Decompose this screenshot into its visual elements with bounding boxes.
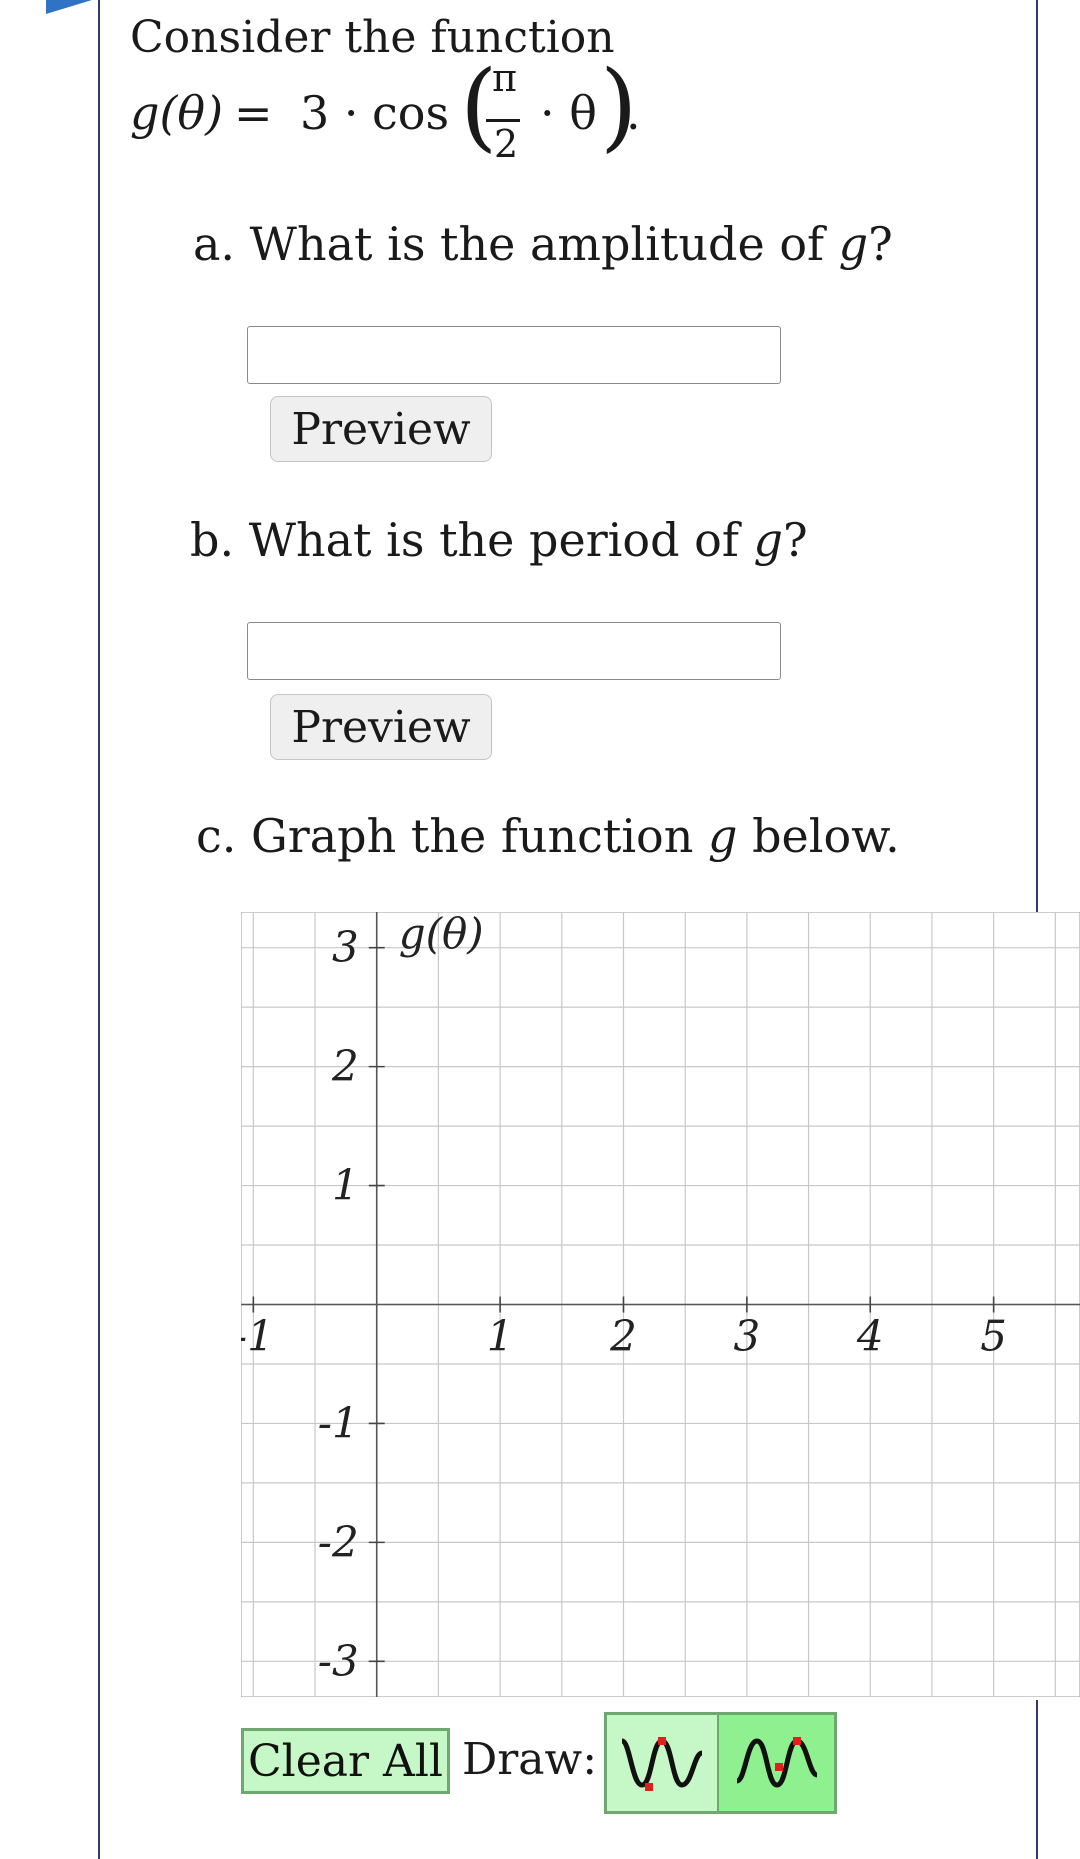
question-c-end: below. (737, 809, 900, 863)
sine-wave-point-tool[interactable] (719, 1715, 834, 1811)
preview-period-button[interactable]: Preview (270, 694, 492, 760)
x-tick-label: 2 (609, 1312, 637, 1361)
y-tick-label: -3 (318, 1636, 359, 1685)
question-a-end: ? (868, 217, 893, 271)
sine-wave-tool[interactable] (607, 1715, 719, 1811)
question-b-text: b. What is the period of (190, 513, 754, 567)
period-answer-input[interactable] (247, 622, 781, 680)
formula-func: cos (372, 86, 450, 140)
graph-canvas[interactable]: -1 1 2 3 4 5 3 2 1 -1 -2 -3 g(θ) (233, 909, 1080, 1698)
content-frame-right-border (1036, 0, 1038, 912)
preview-amplitude-button[interactable]: Preview (270, 396, 492, 462)
problem-intro: Consider the function (130, 12, 615, 63)
draw-tool-group (604, 1712, 837, 1814)
corner-flag-icon (46, 0, 92, 14)
formula-numerator: π (492, 56, 517, 100)
y-tick-label: 2 (331, 1042, 359, 1091)
function-formula: g(θ) = 3 · cos ( π 2 · θ ) . (130, 56, 830, 182)
formula-times-theta: · θ (540, 86, 597, 140)
formula-coefficient: 3 · (300, 86, 359, 140)
formula-denominator: 2 (494, 122, 519, 166)
y-tick-label: 3 (332, 923, 359, 972)
y-axis-label: g(θ) (399, 912, 484, 958)
question-b-end: ? (782, 513, 808, 567)
y-tick-label: -2 (318, 1517, 359, 1566)
sine-wave-icon (620, 1737, 704, 1791)
formula-lhs: g(θ) (130, 86, 224, 140)
content-frame-right-border-lower (1036, 1700, 1038, 1859)
formula-fraction-bar (486, 119, 520, 122)
question-a-text: a. What is the amplitude of (193, 217, 839, 271)
amplitude-answer-input[interactable] (247, 326, 781, 384)
question-b: b. What is the period of g? (190, 512, 808, 568)
draw-label: Draw: (462, 1734, 598, 1785)
formula-period-mark: . (626, 86, 641, 140)
x-tick-label: 1 (487, 1312, 514, 1361)
sine-wave-point-icon (735, 1737, 818, 1788)
y-tick-label: -1 (318, 1398, 359, 1447)
x-tick-label: 5 (980, 1312, 1007, 1361)
question-c-text: c. Graph the function (196, 809, 708, 863)
formula-equals: = (234, 86, 273, 140)
question-b-var: g (753, 513, 783, 567)
x-tick-label: 4 (856, 1312, 884, 1361)
y-tick-label: 1 (332, 1161, 359, 1210)
graph-area[interactable]: -1 1 2 3 4 5 3 2 1 -1 -2 -3 g(θ) (233, 909, 1080, 1701)
clear-all-button[interactable]: Clear All (241, 1728, 450, 1794)
question-a: a. What is the amplitude of g? (193, 216, 893, 272)
x-tick-label: 3 (734, 1312, 761, 1361)
x-tick-label: -1 (241, 1312, 274, 1361)
question-a-var: g (838, 217, 869, 271)
question-c-var: g (708, 809, 738, 863)
question-c: c. Graph the function g below. (196, 808, 900, 864)
content-frame-left-border (98, 0, 100, 1859)
